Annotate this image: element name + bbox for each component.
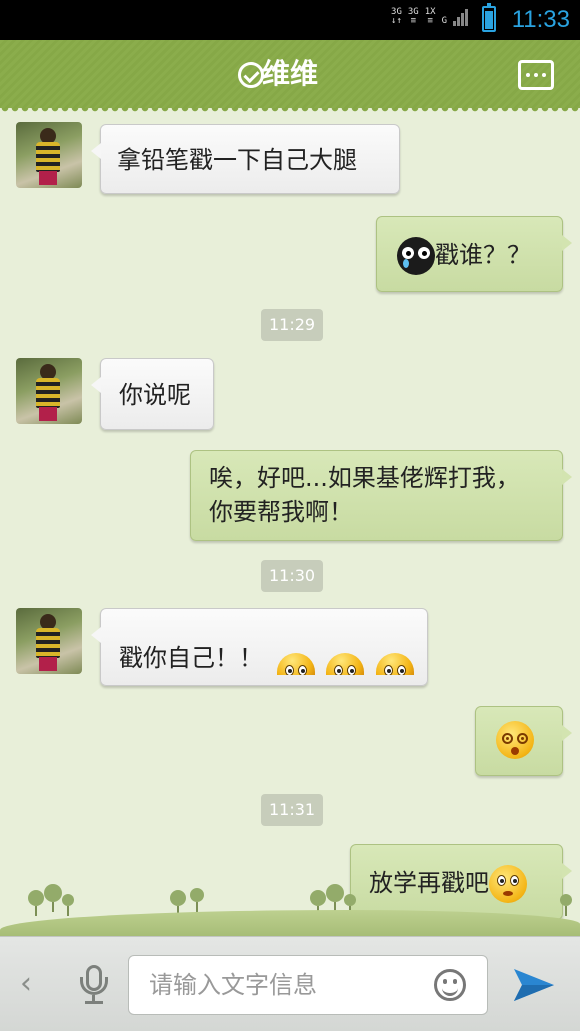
network-indicators: 3G ↓↑ 3G ≡ 1X ≡ G (391, 8, 468, 26)
background-scenery (0, 880, 580, 936)
chevron-left-icon[interactable]: ‹ (20, 967, 32, 1001)
message-text: 戳你自己！！ (119, 644, 263, 672)
message-bubble-received[interactable]: 戳你自己！！ (91, 608, 428, 686)
timestamp-chip: 11:30 (261, 560, 324, 592)
message-bubble-received[interactable]: 拿铅笔戳一下自己大腿 (91, 124, 400, 194)
timestamp-chip: 11:29 (261, 309, 324, 341)
sweat-emoji (375, 653, 414, 675)
battery-fill (485, 11, 493, 29)
message-bubble-sent[interactable]: 唉，好吧...如果基佬辉打我，你要帮我啊！ (190, 450, 572, 541)
crying-ghost-emoji (397, 237, 435, 275)
send-icon[interactable] (512, 965, 556, 1005)
network-label: G (441, 16, 447, 26)
chat-header: 维维 (0, 40, 580, 114)
contact-avatar[interactable] (16, 122, 82, 188)
microphone-icon[interactable] (76, 965, 112, 1005)
more-dots-icon (526, 73, 530, 77)
chat-area[interactable]: 拿铅笔戳一下自己大腿 戳谁？？ 11:29 你说呢 唉，好吧...如果基佬辉打我… (0, 108, 580, 936)
sweat-emoji (276, 653, 315, 675)
contact-avatar[interactable] (16, 358, 82, 424)
contact-name[interactable]: 维维 (0, 56, 580, 92)
signal-icon (453, 8, 468, 26)
message-bubble-sent[interactable] (475, 706, 572, 776)
sweat-emoji (326, 653, 365, 675)
message-text: 唉，好吧...如果基佬辉打我，你要帮我啊！ (209, 464, 520, 526)
status-bar: 3G ↓↑ 3G ≡ 1X ≡ G 11:33 (0, 0, 580, 40)
timestamp-chip: 11:31 (261, 794, 324, 826)
message-text: 你说呢 (119, 381, 191, 409)
message-text: 戳谁？？ (435, 241, 531, 269)
message-bubble-sent[interactable]: 戳谁？？ (376, 216, 572, 292)
message-bubble-received[interactable]: 你说呢 (91, 358, 214, 430)
dizzy-emoji (496, 721, 534, 759)
message-text: 拿铅笔戳一下自己大腿 (117, 146, 357, 174)
more-options-button[interactable] (518, 60, 554, 90)
status-time: 11:33 (511, 6, 570, 33)
battery-icon (482, 3, 496, 32)
contact-avatar[interactable] (16, 608, 82, 674)
smiley-icon[interactable] (434, 969, 466, 1001)
message-input-bar: ‹ 请输入文字信息 (0, 936, 580, 1031)
